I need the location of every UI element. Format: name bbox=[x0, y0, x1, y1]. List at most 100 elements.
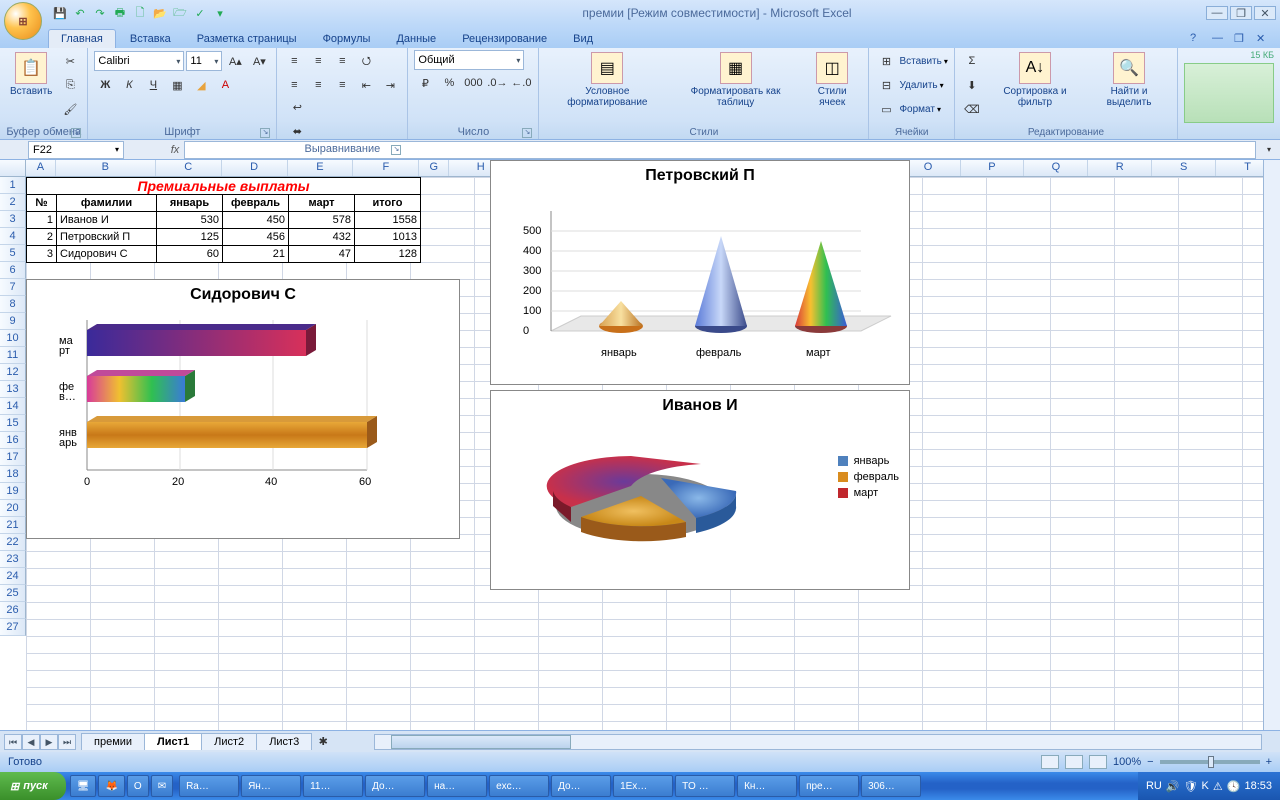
last-sheet-icon[interactable]: ⏭ bbox=[58, 734, 76, 750]
qat-dropdown-icon[interactable]: ▾ bbox=[212, 5, 228, 21]
col-header[interactable]: G bbox=[419, 160, 449, 176]
col-header[interactable]: P bbox=[961, 160, 1025, 176]
maximize-button[interactable]: ❐ bbox=[1230, 6, 1252, 20]
col-header[interactable]: B bbox=[56, 160, 156, 176]
table-cell[interactable]: 128 bbox=[355, 246, 421, 263]
tab-formulas[interactable]: Формулы bbox=[311, 30, 383, 48]
taskbar-task[interactable]: Ян… bbox=[241, 775, 301, 797]
row-header[interactable]: 22 bbox=[0, 534, 26, 551]
delete-cells-icon[interactable]: ⊟ bbox=[875, 74, 897, 96]
zoom-out-icon[interactable]: − bbox=[1147, 756, 1153, 768]
tab-view[interactable]: Вид bbox=[561, 30, 605, 48]
chart-ivanov[interactable]: Иванов И январь февраль bbox=[490, 390, 910, 590]
tray-k-icon[interactable]: K bbox=[1202, 780, 1209, 792]
row-header[interactable]: 20 bbox=[0, 500, 26, 517]
taskbar-task[interactable]: exc… bbox=[489, 775, 549, 797]
fx-icon[interactable]: fx bbox=[166, 144, 184, 156]
cut-icon[interactable]: ✂ bbox=[59, 50, 81, 72]
sheet-area[interactable]: ABCDEFGHIJKLMNOPQRST 1234567891011121314… bbox=[0, 160, 1280, 730]
taskbar-task[interactable]: 11… bbox=[303, 775, 363, 797]
name-box[interactable]: F22▾ bbox=[28, 141, 124, 159]
dec-dec-icon[interactable]: ←.0 bbox=[510, 72, 532, 94]
table-cell[interactable]: 1 bbox=[27, 212, 57, 229]
row-header[interactable]: 8 bbox=[0, 296, 26, 313]
format-table-button[interactable]: ▦Форматировать как таблицу bbox=[672, 50, 799, 110]
tray-time[interactable]: 18:53 bbox=[1244, 780, 1272, 792]
currency-icon[interactable]: ₽ bbox=[414, 72, 436, 94]
row-header[interactable]: 7 bbox=[0, 279, 26, 296]
row-header[interactable]: 2 bbox=[0, 194, 26, 211]
cell-styles-button[interactable]: ◫Стили ячеек bbox=[802, 50, 863, 110]
table-cell[interactable]: 21 bbox=[223, 246, 289, 263]
align-mid-icon[interactable]: ≡ bbox=[307, 50, 329, 72]
min-ribbon-icon[interactable]: — bbox=[1212, 32, 1228, 48]
row-header[interactable]: 10 bbox=[0, 330, 26, 347]
orientation-icon[interactable]: ⭯ bbox=[355, 50, 377, 72]
row-header[interactable]: 3 bbox=[0, 211, 26, 228]
sheet-tab[interactable]: премии bbox=[81, 733, 145, 750]
table-cell[interactable]: 578 bbox=[289, 212, 355, 229]
row-header[interactable]: 5 bbox=[0, 245, 26, 262]
qat-folder-icon[interactable]: 🗁 bbox=[172, 5, 188, 21]
merge-icon[interactable]: ⬌ bbox=[283, 120, 311, 142]
table-cell[interactable]: 3 bbox=[27, 246, 57, 263]
align-left-icon[interactable]: ≡ bbox=[283, 74, 305, 96]
italic-button[interactable]: К bbox=[118, 74, 140, 96]
row-header[interactable]: 11 bbox=[0, 347, 26, 364]
sheet-tab[interactable]: Лист1 bbox=[144, 733, 202, 750]
dialog-launcher-icon[interactable]: ↘ bbox=[522, 128, 532, 138]
zoom-slider[interactable] bbox=[1160, 760, 1260, 764]
table-cell[interactable]: 450 bbox=[223, 212, 289, 229]
clear-icon[interactable]: ⌫ bbox=[961, 98, 983, 120]
select-all-corner[interactable] bbox=[0, 160, 26, 176]
table-cell[interactable]: 456 bbox=[223, 229, 289, 246]
font-size-combo[interactable]: 11▾ bbox=[186, 51, 222, 71]
table-cell[interactable]: 530 bbox=[157, 212, 223, 229]
ql-desktop-icon[interactable]: 🖥 bbox=[70, 775, 97, 797]
row-header[interactable]: 1 bbox=[0, 177, 26, 194]
col-header[interactable]: S bbox=[1152, 160, 1216, 176]
row-header[interactable]: 26 bbox=[0, 602, 26, 619]
next-sheet-icon[interactable]: ▶ bbox=[40, 734, 58, 750]
row-header[interactable]: 24 bbox=[0, 568, 26, 585]
hscrollbar[interactable] bbox=[374, 734, 1262, 750]
close-doc-icon[interactable]: ✕ bbox=[1256, 32, 1272, 48]
tab-data[interactable]: Данные bbox=[384, 30, 448, 48]
row-header[interactable]: 23 bbox=[0, 551, 26, 568]
indent-inc-icon[interactable]: ⇥ bbox=[379, 74, 401, 96]
percent-icon[interactable]: % bbox=[438, 72, 460, 94]
tray-warn-icon[interactable]: ⚠ bbox=[1213, 780, 1223, 793]
row-header[interactable]: 25 bbox=[0, 585, 26, 602]
col-header[interactable]: F bbox=[353, 160, 419, 176]
taskbar-task[interactable]: Кн… bbox=[737, 775, 797, 797]
ql-firefox-icon[interactable]: 🦊 bbox=[98, 775, 124, 797]
align-right-icon[interactable]: ≡ bbox=[331, 74, 353, 96]
row-header[interactable]: 21 bbox=[0, 517, 26, 534]
taskbar-task[interactable]: 306… bbox=[861, 775, 921, 797]
qat-new-icon[interactable]: 🗋 bbox=[132, 5, 148, 21]
first-sheet-icon[interactable]: ⏮ bbox=[4, 734, 22, 750]
table-cell[interactable]: Петровский П bbox=[57, 229, 157, 246]
row-header[interactable]: 4 bbox=[0, 228, 26, 245]
view-pagebreak-icon[interactable] bbox=[1089, 755, 1107, 769]
office-button[interactable]: ⊞ bbox=[4, 2, 42, 40]
col-header[interactable]: D bbox=[222, 160, 288, 176]
row-header[interactable]: 19 bbox=[0, 483, 26, 500]
tray-volume-icon[interactable]: 🔊 bbox=[1166, 780, 1180, 793]
sort-filter-button[interactable]: A↓Сортировка и фильтр bbox=[986, 50, 1084, 110]
table-cell[interactable]: 47 bbox=[289, 246, 355, 263]
col-header[interactable]: C bbox=[156, 160, 222, 176]
row-header[interactable]: 16 bbox=[0, 432, 26, 449]
vscrollbar[interactable] bbox=[1263, 160, 1280, 730]
number-format-combo[interactable]: Общий▾ bbox=[414, 50, 524, 70]
row-header[interactable]: 18 bbox=[0, 466, 26, 483]
table-cell[interactable]: 1558 bbox=[355, 212, 421, 229]
cond-format-button[interactable]: ▤Условное форматирование bbox=[545, 50, 669, 110]
restore-doc-icon[interactable]: ❐ bbox=[1234, 32, 1250, 48]
chart-petrovsky[interactable]: Петровский П 0 100 200 300 400 500 bbox=[490, 160, 910, 385]
chart-sidorovich[interactable]: Сидорович С март фе bbox=[26, 279, 460, 539]
ql-mail-icon[interactable]: ✉ bbox=[151, 775, 173, 797]
col-header[interactable]: Q bbox=[1024, 160, 1088, 176]
paste-button[interactable]: 📋 Вставить bbox=[6, 50, 56, 99]
align-center-icon[interactable]: ≡ bbox=[307, 74, 329, 96]
